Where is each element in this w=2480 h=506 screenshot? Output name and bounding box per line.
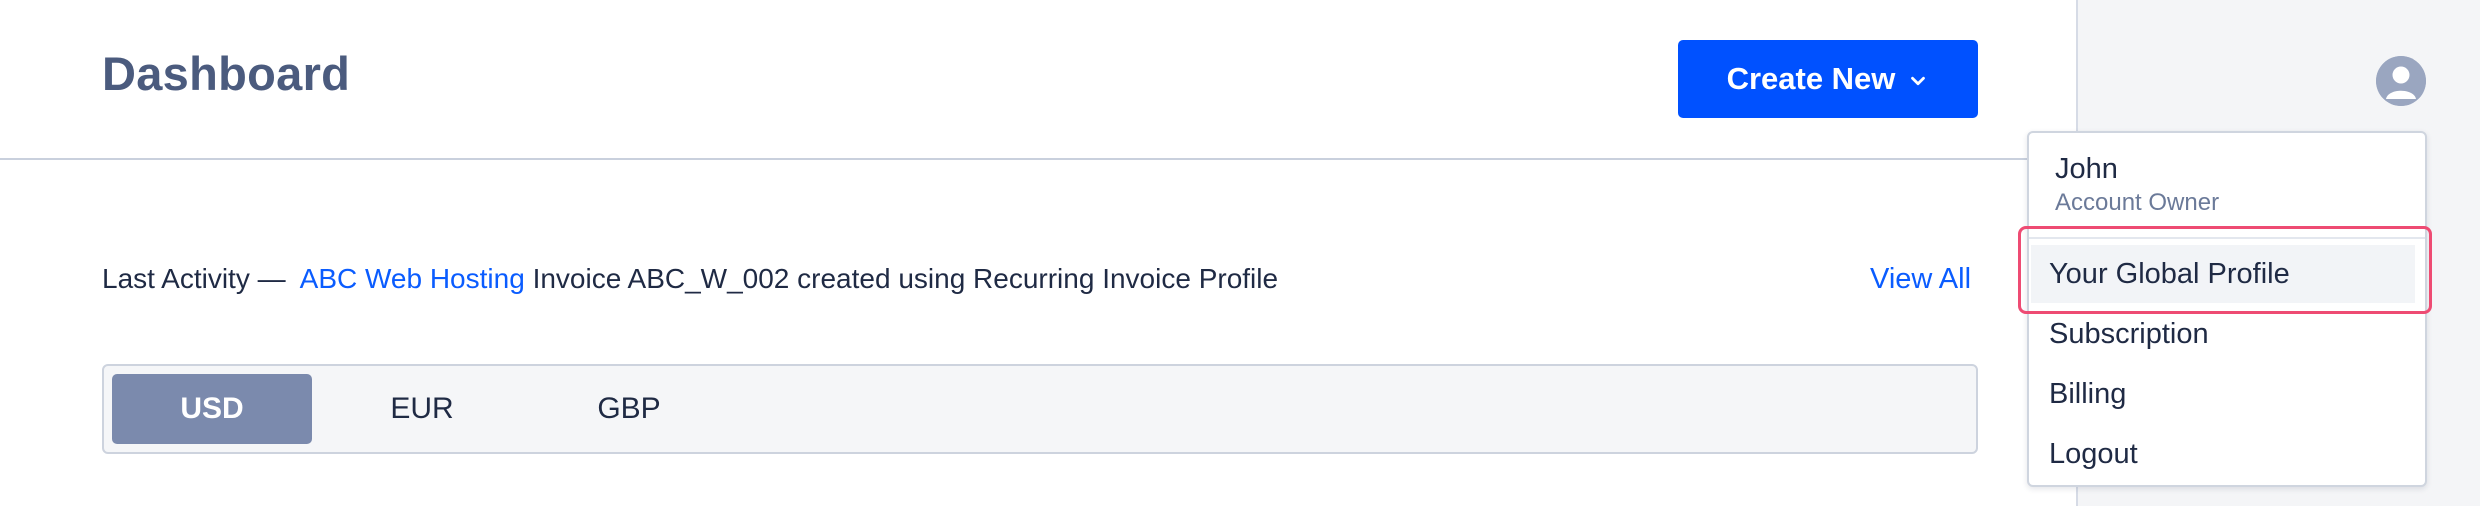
menu-divider — [2029, 237, 2425, 239]
page-title: Dashboard — [102, 47, 351, 100]
tab-eur[interactable]: EUR — [322, 374, 522, 444]
user-role: Account Owner — [2055, 189, 2220, 216]
menu-item-subscription[interactable]: Subscription — [2031, 305, 2415, 363]
user-menu-dropdown: John Account Owner Your Global Profile S… — [2027, 131, 2427, 487]
create-new-label: Create New — [1726, 61, 1896, 96]
activity-client-link[interactable]: ABC Web Hosting — [300, 263, 525, 294]
currency-tabs: USD EUR GBP — [102, 364, 1978, 454]
header-divider — [0, 158, 2076, 160]
activity-message: Invoice ABC_W_002 created using Recurrin… — [532, 263, 1279, 294]
user-avatar[interactable] — [2376, 56, 2426, 106]
menu-item-logout[interactable]: Logout — [2031, 425, 2415, 483]
tab-gbp[interactable]: GBP — [529, 374, 729, 444]
main-content: Dashboard Create New Last Activity — ABC… — [0, 0, 2076, 506]
create-new-button[interactable]: Create New — [1678, 40, 1978, 118]
user-icon — [2376, 56, 2426, 106]
view-all-link[interactable]: View All — [1870, 263, 1971, 296]
user-name: John — [2055, 153, 2118, 185]
chevron-down-icon — [1911, 76, 1926, 86]
tab-usd[interactable]: USD — [112, 374, 312, 444]
activity-prefix: Last Activity — — [102, 263, 286, 294]
last-activity: Last Activity — ABC Web Hosting Invoice … — [102, 263, 1278, 295]
menu-item-global-profile[interactable]: Your Global Profile — [2031, 245, 2415, 303]
menu-item-billing[interactable]: Billing — [2031, 365, 2415, 423]
